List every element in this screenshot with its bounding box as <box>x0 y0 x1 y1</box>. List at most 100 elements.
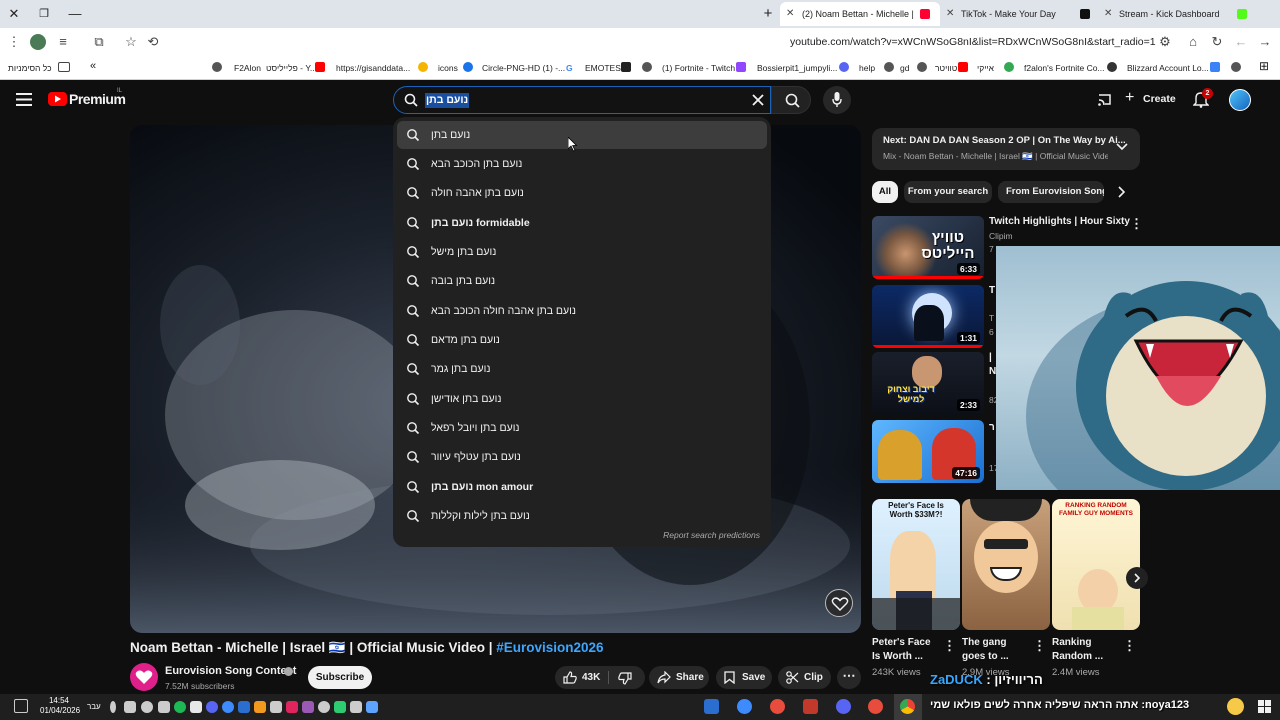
forward-icon[interactable]: ← <box>1232 33 1250 51</box>
more-actions-icon[interactable]: ⋯ <box>837 666 861 689</box>
network-icon[interactable] <box>158 701 170 713</box>
suggestion-item[interactable]: נועם בתן אהבה חולה הכוכב הבא <box>397 297 767 325</box>
volume-icon[interactable] <box>141 701 153 713</box>
rec-thumbnail[interactable]: 47:16 <box>872 420 984 483</box>
chevron-right-icon[interactable] <box>1118 186 1126 198</box>
more-icon[interactable]: ⋮ <box>1130 216 1143 232</box>
extension-icon[interactable]: ⧉ <box>90 33 108 51</box>
rec-title[interactable]: T <box>989 285 995 296</box>
address-bar[interactable]: youtube.com/watch?v=xWCnWSoG8nI&list=RDx… <box>790 36 1156 48</box>
clock-time[interactable]: 14:54 <box>40 696 78 706</box>
youtube-logo-icon[interactable] <box>48 92 67 106</box>
clock-date[interactable]: 01/04/2026 <box>40 706 80 716</box>
save-button[interactable]: Save <box>716 666 772 689</box>
star-icon[interactable]: ☆ <box>122 33 140 51</box>
chip-from-channel[interactable]: From Eurovision Song C <box>998 181 1104 203</box>
bookmark-icons[interactable]: icons <box>438 61 458 75</box>
tray-app-icon[interactable] <box>286 701 298 713</box>
taskbar-app-icon[interactable] <box>737 699 752 714</box>
bookmark-gd[interactable]: gd <box>900 61 909 75</box>
suggestion-item[interactable]: נועם בתן <box>397 121 767 149</box>
all-bookmarks[interactable]: כל הסימניות <box>8 61 52 75</box>
short-thumbnail[interactable]: RANKING RANDOM FAMILY GUY MOMENTS <box>1052 499 1140 630</box>
rec-channel[interactable]: T <box>989 313 994 323</box>
chevron-down-icon[interactable] <box>1116 143 1128 151</box>
suggestion-item[interactable]: נועם בתן לילות וקללות <box>397 502 767 530</box>
camera-tray-icon[interactable] <box>124 701 136 713</box>
short-title[interactable]: The gang goes to ... <box>962 636 1027 664</box>
clear-icon[interactable] <box>752 94 764 106</box>
rec-thumbnail[interactable]: 1:31 <box>872 285 984 348</box>
suggestion-item[interactable]: נועם בתן עטלף עיוור <box>397 443 767 471</box>
heart-reaction-icon[interactable] <box>825 589 853 617</box>
report-predictions-link[interactable]: Report search predictions <box>663 530 760 540</box>
tray-app-icon[interactable] <box>366 701 378 713</box>
menu-dots-icon[interactable]: ⋮ <box>5 33 23 51</box>
bookmark-aiki[interactable]: אייקי <box>977 61 994 75</box>
suggestion-item[interactable]: נועם בתן הכוכב הבא <box>397 150 767 178</box>
bookmark-twitter[interactable]: טוויטר <box>935 61 957 75</box>
tray-app-icon[interactable] <box>190 701 202 713</box>
bookmark-help[interactable]: help <box>859 61 875 75</box>
chip-from-search[interactable]: From your search <box>904 181 992 203</box>
back-icon[interactable]: → <box>1256 33 1274 51</box>
steam-app-icon[interactable] <box>704 699 719 714</box>
rec-thumbnail[interactable]: דיבוב וצחוק למישל 2:33 <box>872 352 984 415</box>
site-settings-icon[interactable]: ⚙ <box>1156 33 1174 51</box>
tray-app-icon[interactable] <box>334 701 346 713</box>
short-title[interactable]: Ranking Random ... <box>1052 636 1117 664</box>
bookmark-gisanddata[interactable]: https://gisanddata... <box>336 61 410 75</box>
windows-start-icon[interactable] <box>1258 700 1271 713</box>
taskbar-app-icon[interactable] <box>770 699 785 714</box>
suggestion-item[interactable]: נועם בתן ויובל רפאל <box>397 414 767 442</box>
rec-channel[interactable]: Clipim <box>989 231 1013 241</box>
rec-title[interactable]: | <box>989 352 992 363</box>
like-icon[interactable] <box>563 671 577 684</box>
suggestion-item[interactable]: נועם בתן גמר <box>397 355 767 383</box>
voice-search-button[interactable] <box>823 86 851 114</box>
spotify-tray-icon[interactable] <box>174 701 186 713</box>
search-button[interactable] <box>771 86 811 114</box>
rec-thumbnail[interactable]: טוויץ הייליטס 6:33 <box>872 216 984 279</box>
tab-close-icon[interactable]: ✕ <box>786 2 794 26</box>
hamburger-icon[interactable] <box>16 93 32 106</box>
notifications-icon[interactable] <box>14 699 28 713</box>
suggestion-item[interactable]: נועם בתן אהבה חולה <box>397 179 767 207</box>
clip-button[interactable]: Clip <box>778 666 831 689</box>
dislike-icon[interactable] <box>618 672 632 685</box>
search-input[interactable]: נועם בתן <box>393 86 771 114</box>
restore-window-icon[interactable]: ❐ <box>34 4 54 24</box>
suggestion-item[interactable]: נועם בתן בובה <box>397 267 767 295</box>
create-plus-icon[interactable]: + <box>1125 90 1134 106</box>
minimize-window-icon[interactable]: — <box>65 4 85 24</box>
language-indicator[interactable]: עבר <box>87 702 101 711</box>
account-avatar[interactable] <box>1229 89 1251 111</box>
tab-tiktok[interactable]: ✕ TikTok - Make Your Day <box>942 2 1092 26</box>
new-tab-icon[interactable]: + <box>758 4 778 24</box>
channel-avatar[interactable] <box>130 663 158 691</box>
tab-close-icon[interactable]: ✕ <box>1104 2 1112 26</box>
create-button[interactable]: Create <box>1143 93 1176 105</box>
bookmark-emotes[interactable]: EMOTES <box>585 61 621 75</box>
bookmark-fortnite-twitch[interactable]: (1) Fortnite - Twitch <box>662 61 735 75</box>
channel-name[interactable]: Eurovision Song Contest <box>165 665 296 677</box>
chrome-app-active[interactable] <box>894 694 922 720</box>
chevron-left-icon[interactable]: « <box>90 59 96 73</box>
tray-app-icon[interactable] <box>318 701 330 713</box>
more-icon[interactable]: ⋮ <box>1033 638 1046 654</box>
tab-kick[interactable]: ✕ Stream - Kick Dashboard <box>1100 2 1250 26</box>
obs-app-icon[interactable] <box>868 699 883 714</box>
short-title[interactable]: Peter's Face Is Worth ... <box>872 636 937 664</box>
tray-app-icon[interactable] <box>302 701 314 713</box>
cast-icon[interactable] <box>1097 92 1112 107</box>
rec-title[interactable]: Twitch Highlights | Hour Sixty <box>989 216 1130 227</box>
more-icon[interactable]: ⋮ <box>1123 638 1136 654</box>
chip-all[interactable]: All <box>872 181 898 203</box>
profile-avatar[interactable] <box>30 34 46 50</box>
tray-app-icon[interactable] <box>350 701 362 713</box>
bookmark-circle-png[interactable]: Circle-PNG-HD (1) -... <box>482 61 565 75</box>
reload-icon[interactable]: ↻ <box>1208 33 1226 51</box>
bookmark-fortnite-co[interactable]: f2alon's Fortnite Co... <box>1024 61 1105 75</box>
like-count[interactable]: 43K <box>582 666 600 689</box>
tab-close-icon[interactable]: ✕ <box>946 2 954 26</box>
